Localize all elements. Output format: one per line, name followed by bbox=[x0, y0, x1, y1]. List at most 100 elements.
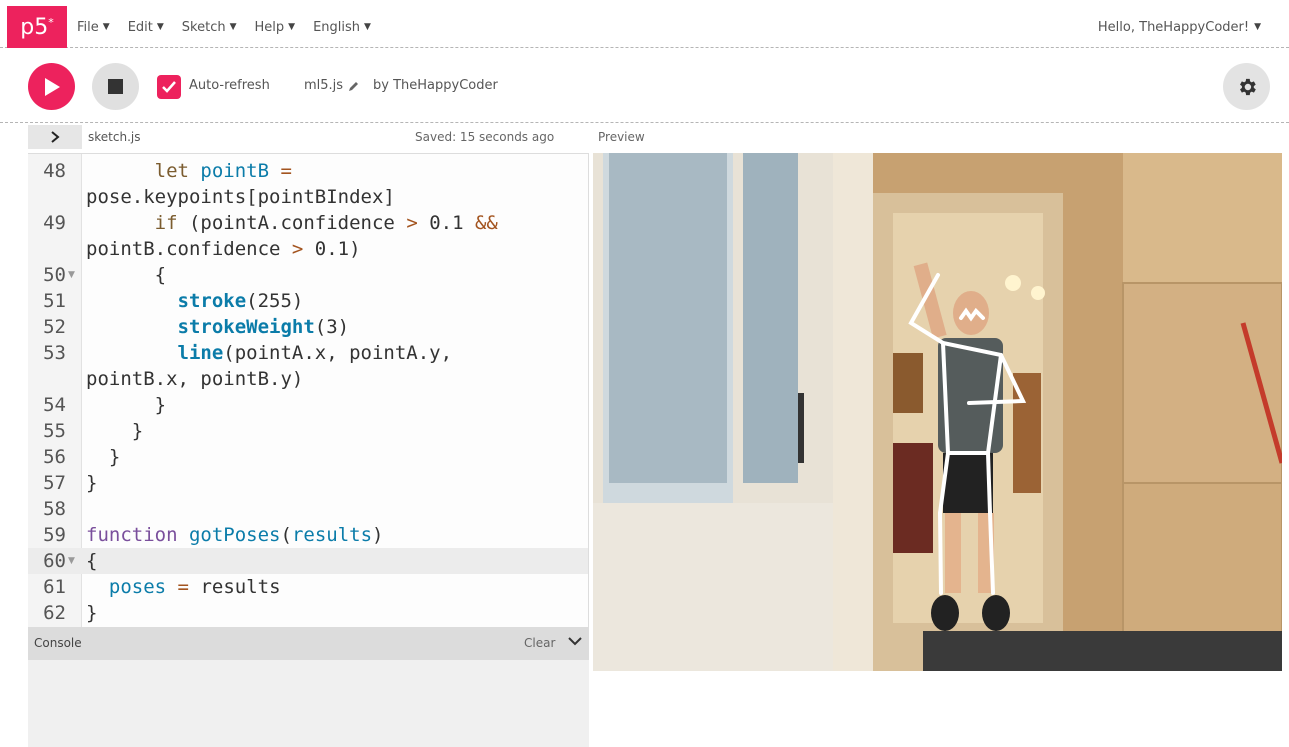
logo-asterisk: * bbox=[48, 15, 54, 29]
code-line[interactable]: 55 } bbox=[28, 418, 588, 444]
top-nav: p5 * File ▼ Edit ▼ Sketch ▼ Help ▼ English ▼ H… bbox=[0, 6, 1289, 48]
code-line[interactable]: 54 } bbox=[28, 392, 588, 418]
code-text: if (pointA.confidence > 0.1 && bbox=[154, 212, 498, 234]
caret-down-icon: ▼ bbox=[102, 22, 110, 32]
line-number: 50 bbox=[43, 264, 66, 286]
code-text: line(pointA.x, pointA.y, bbox=[177, 342, 453, 364]
code-text: let pointB = bbox=[154, 160, 292, 182]
expand-sidebar-button[interactable] bbox=[28, 125, 82, 149]
file-name: sketch.js bbox=[88, 130, 141, 144]
code-text: } bbox=[86, 446, 121, 468]
toolbar: Auto-refresh ml5.js by TheHappyCoder bbox=[0, 49, 1289, 123]
line-number: 52 bbox=[43, 316, 66, 338]
code-text: } bbox=[86, 602, 98, 624]
checkmark-icon bbox=[162, 81, 176, 93]
code-line[interactable]: 61 poses = results bbox=[28, 574, 588, 600]
code-text: strokeWeight(3) bbox=[177, 316, 350, 338]
menu-language-label: English bbox=[313, 19, 361, 35]
code-text: } bbox=[86, 472, 98, 494]
fold-arrow-icon[interactable]: ▼ bbox=[68, 556, 75, 566]
line-number: 60 bbox=[43, 550, 66, 572]
sketch-preview[interactable] bbox=[593, 153, 1282, 671]
menu-file[interactable]: File ▼ bbox=[77, 20, 110, 35]
code-text: { bbox=[86, 264, 167, 286]
code-line[interactable]: 56 } bbox=[28, 444, 588, 470]
chevron-down-icon[interactable] bbox=[567, 634, 583, 648]
fold-arrow-icon[interactable]: ▼ bbox=[68, 270, 75, 280]
auto-refresh-checkbox[interactable] bbox=[157, 75, 181, 99]
console-header: Console Clear bbox=[28, 627, 589, 660]
code-text: } bbox=[86, 394, 167, 416]
code-line[interactable]: 53 line(pointA.x, pointA.y, bbox=[28, 340, 588, 366]
code-text: pointB.x, pointB.y) bbox=[86, 368, 304, 390]
caret-down-icon: ▼ bbox=[156, 22, 164, 32]
p5-logo[interactable]: p5 * bbox=[7, 6, 67, 48]
line-number: 51 bbox=[43, 290, 66, 312]
menu-sketch[interactable]: Sketch ▼ bbox=[182, 20, 237, 35]
code-line[interactable]: 62 } bbox=[28, 600, 588, 626]
code-text: function gotPoses(results) bbox=[86, 524, 384, 546]
console-output[interactable] bbox=[28, 660, 589, 747]
code-text: stroke(255) bbox=[177, 290, 304, 312]
caret-down-icon: ▼ bbox=[229, 22, 237, 32]
code-line[interactable]: 50 ▼ { bbox=[28, 262, 588, 288]
code-text: poses = results bbox=[108, 576, 281, 598]
stop-button[interactable] bbox=[92, 63, 139, 110]
settings-button[interactable] bbox=[1223, 63, 1270, 110]
line-number: 62 bbox=[43, 602, 66, 624]
line-number: 59 bbox=[43, 524, 66, 546]
saved-status: Saved: 15 seconds ago bbox=[415, 130, 555, 144]
code-line[interactable]: 48 let pointB = bbox=[28, 158, 588, 184]
code-line[interactable]: pointB.confidence > 0.1) bbox=[28, 236, 588, 262]
logo-text: p5 bbox=[20, 14, 49, 40]
project-name[interactable]: ml5.js bbox=[304, 78, 360, 93]
preview-label: Preview bbox=[598, 130, 645, 144]
code-line[interactable]: 51 stroke(255) bbox=[28, 288, 588, 314]
caret-down-icon: ▼ bbox=[364, 22, 371, 32]
user-menu[interactable]: Hello, TheHappyCoder! ▼ bbox=[1098, 6, 1261, 48]
caret-down-icon: ▼ bbox=[1254, 22, 1261, 32]
line-number: 57 bbox=[43, 472, 66, 494]
line-number: 55 bbox=[43, 420, 66, 442]
code-line[interactable]: pointB.x, pointB.y) bbox=[28, 366, 588, 392]
play-button[interactable] bbox=[28, 63, 75, 110]
code-line[interactable]: 57 } bbox=[28, 470, 588, 496]
code-text: pointB.confidence > 0.1) bbox=[86, 238, 361, 260]
menu-file-label: File bbox=[77, 19, 99, 35]
menu-language[interactable]: English ▼ bbox=[313, 20, 371, 35]
menu-sketch-label: Sketch bbox=[181, 19, 226, 35]
line-number: 49 bbox=[43, 212, 66, 234]
line-number: 54 bbox=[43, 394, 66, 416]
project-owner: by TheHappyCoder bbox=[373, 78, 498, 93]
chevron-right-icon bbox=[51, 131, 60, 143]
pencil-icon[interactable] bbox=[348, 80, 360, 92]
code-text: { bbox=[86, 550, 98, 572]
code-text: pose.keypoints[pointBIndex] bbox=[86, 186, 395, 208]
code-line[interactable]: 52 strokeWeight(3) bbox=[28, 314, 588, 340]
menu-help[interactable]: Help ▼ bbox=[255, 20, 296, 35]
line-number: 61 bbox=[43, 576, 66, 598]
play-icon bbox=[44, 77, 60, 96]
code-text: } bbox=[86, 420, 144, 442]
console-clear-button[interactable]: Clear bbox=[524, 636, 555, 650]
caret-down-icon: ▼ bbox=[288, 22, 296, 32]
line-number: 58 bbox=[43, 498, 66, 520]
code-line-active[interactable]: 60 ▼ { bbox=[28, 548, 588, 574]
code-line[interactable]: 59 function gotPoses(results) bbox=[28, 522, 588, 548]
code-line[interactable]: pose.keypoints[pointBIndex] bbox=[28, 184, 588, 210]
main-menu: File ▼ Edit ▼ Sketch ▼ Help ▼ English ▼ bbox=[77, 6, 389, 48]
menu-edit[interactable]: Edit ▼ bbox=[128, 20, 164, 35]
project-name-text: ml5.js bbox=[304, 78, 344, 93]
console-label: Console bbox=[34, 636, 82, 650]
code-line[interactable]: 58 bbox=[28, 496, 588, 522]
line-number: 48 bbox=[43, 160, 66, 182]
stop-icon bbox=[108, 79, 123, 94]
code-line[interactable]: 49 if (pointA.confidence > 0.1 && bbox=[28, 210, 588, 236]
menu-help-label: Help bbox=[254, 19, 285, 35]
gear-icon bbox=[1239, 78, 1256, 95]
user-greeting: Hello, TheHappyCoder! bbox=[1097, 19, 1250, 35]
code-editor[interactable]: 48 let pointB = pose.keypoints[pointBInd… bbox=[28, 153, 589, 627]
line-number: 56 bbox=[43, 446, 66, 468]
auto-refresh-label: Auto-refresh bbox=[189, 78, 270, 93]
preview-camera-image bbox=[593, 153, 1282, 671]
